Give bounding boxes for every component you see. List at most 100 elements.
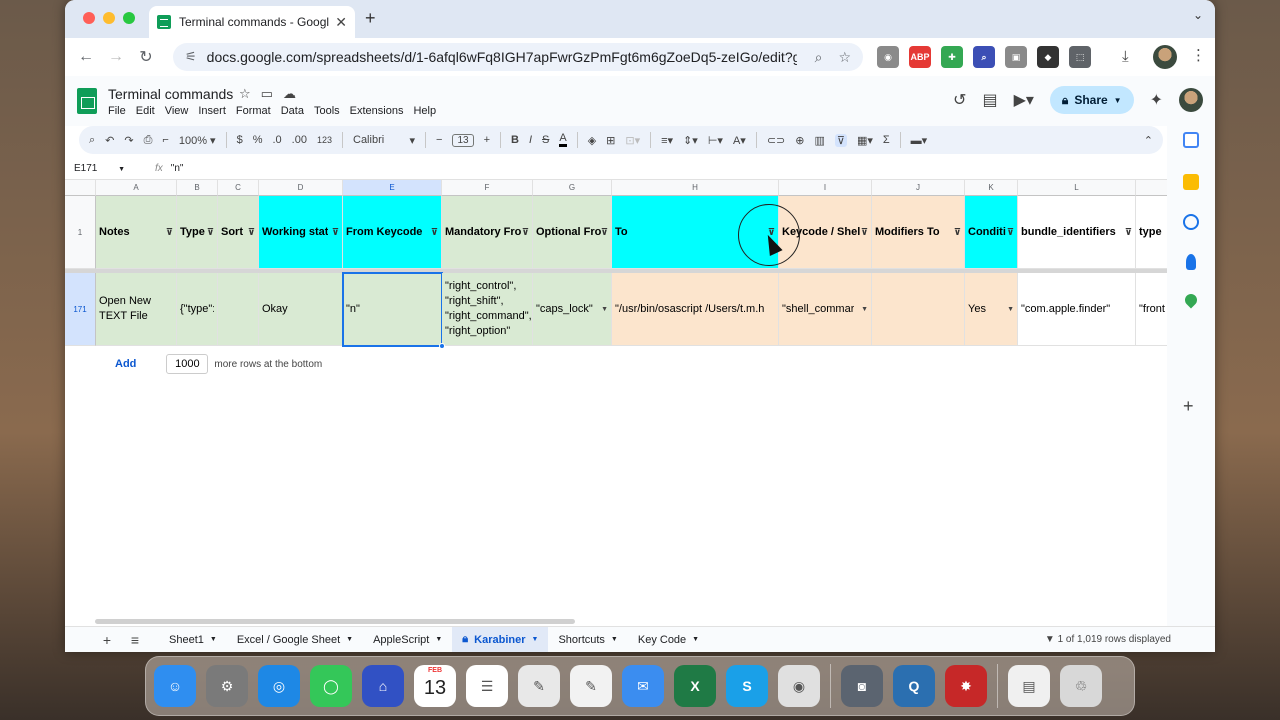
camera-icon[interactable]: ◉ [877,46,899,68]
skype-icon[interactable]: S [726,665,768,707]
move-folder-icon[interactable]: ▭ [261,86,273,102]
automator-icon[interactable]: ◙ [841,665,883,707]
text-rotation-icon[interactable]: A▾ [733,134,746,147]
mail-icon[interactable]: ✉ [622,665,664,707]
sheet-tab-applescript[interactable]: AppleScript ▼ [363,627,452,653]
sheet-tab-sheet1[interactable]: Sheet1 ▼ [159,627,227,653]
horizontal-align-icon[interactable]: ≡▾ [661,134,673,147]
column-header-d[interactable]: D [259,180,343,196]
document-title[interactable]: Terminal commands [108,86,233,102]
name-box[interactable]: E171 ▼ [65,163,135,174]
filter-button-icon[interactable]: ⊽ [861,227,868,238]
contacts-addon-icon[interactable] [1186,254,1196,270]
input-tools-icon[interactable]: ▬▾ [911,134,928,147]
header-cell-l[interactable]: bundle_identifiers ⊽ [1018,196,1136,269]
gemini-icon[interactable]: ✦ [1150,90,1163,110]
column-header-k[interactable]: K [965,180,1018,196]
tab-close-icon[interactable]: ✕ [335,14,347,31]
pencil-icon[interactable]: ✎ [518,665,560,707]
paint-format-icon[interactable]: ⌐ [162,134,168,146]
merge-cells-icon[interactable]: ⊡▾ [625,134,640,147]
share-dropdown-icon[interactable]: ▼ [1114,96,1122,105]
data-cell-b[interactable]: {"type": [177,273,218,346]
version-history-icon[interactable]: ↺ [953,90,966,110]
close-window-button[interactable] [83,12,95,24]
data-cell-l[interactable]: "com.apple.finder" [1018,273,1136,346]
filter-button-icon[interactable]: ⊽ [954,227,961,238]
column-header-e[interactable]: E [343,180,442,196]
collapse-toolbar-icon[interactable]: ⌃ [1144,134,1153,147]
bug-icon[interactable]: ✸ [945,665,987,707]
filter-button-icon[interactable]: ⊽ [522,227,529,238]
menu-tools[interactable]: Tools [314,105,340,117]
filter-views-icon[interactable]: ▦▾ [857,134,873,147]
row-number[interactable]: 1 [65,196,96,269]
selection-fill-handle[interactable] [439,343,445,349]
header-cell-j[interactable]: Modifiers To ⊽ [872,196,965,269]
get-addons-icon[interactable]: + [1183,396,1194,417]
insert-comment-icon[interactable]: ⊕ [795,134,804,147]
filter-button-icon[interactable]: ⊽ [601,227,608,238]
header-cell-c[interactable]: Sort ⊽ [218,196,259,269]
sheet-tab-menu-icon[interactable]: ▼ [692,636,699,643]
download-icon[interactable]: ⤓ [1122,48,1129,65]
column-header-g[interactable]: G [533,180,612,196]
text-color-button[interactable]: A [559,133,567,147]
data-cell-g[interactable]: "caps_lock" ▼ [533,273,612,346]
sheet-tab-key-code[interactable]: Key Code ▼ [628,627,709,653]
header-cell-d[interactable]: Working stat ⊽ [259,196,343,269]
excel-icon[interactable]: X [674,665,716,707]
data-cell-i[interactable]: "shell_commar ▼ [779,273,872,346]
add-sheet-icon[interactable]: + [93,632,121,648]
chrome-icon[interactable]: ◉ [778,665,820,707]
rows-count-input[interactable]: 1000 [166,354,209,374]
column-header-c[interactable]: C [218,180,259,196]
minimize-window-button[interactable] [103,12,115,24]
bookmark-star-icon[interactable]: ☆ [838,49,851,66]
maximize-window-button[interactable] [123,12,135,24]
percent-format-button[interactable]: % [253,134,263,146]
decrease-decimal-button[interactable]: .0 [272,134,281,146]
profile-avatar[interactable] [1153,45,1177,69]
header-cell-k[interactable]: Conditi ⊽ [965,196,1018,269]
horizontal-scrollbar[interactable] [95,619,575,624]
dropdown-chip-icon[interactable]: ▼ [601,306,608,313]
sheet-tab-excel-google-sheet[interactable]: Excel / Google Sheet ▼ [227,627,363,653]
column-header-a[interactable]: A [96,180,177,196]
column-header-h[interactable]: H [612,180,779,196]
insert-link-icon[interactable]: ⊂⊃ [767,134,785,147]
filter-button-icon[interactable]: ⊽ [207,227,214,238]
add-rows-button[interactable]: Add [115,358,136,370]
comments-icon[interactable]: ▤ [982,90,997,110]
menu-data[interactable]: Data [281,105,304,117]
data-cell-e[interactable]: "n" [342,272,443,347]
column-header-f[interactable]: F [442,180,533,196]
menu-insert[interactable]: Insert [198,105,226,117]
print-icon[interactable]: ⎙ [144,134,153,147]
menu-extensions[interactable]: Extensions [350,105,404,117]
plus-extension-icon[interactable]: ✚ [941,46,963,68]
search-extension-icon[interactable]: ⌕ [973,46,995,68]
tab-search-icon[interactable]: ⌄ [1193,8,1203,22]
redo-icon[interactable]: ↷ [124,134,133,147]
system-settings-icon[interactable]: ⚙ [206,665,248,707]
address-bar[interactable]: ⚟ docs.google.com/spreadsheets/d/1-6afql… [173,43,863,71]
data-cell-a[interactable]: Open New TEXT File [96,273,177,346]
zoom-icon[interactable]: ⌕ [815,49,823,66]
data-cell-extra[interactable]: "front [1136,273,1167,346]
filter-button-icon[interactable]: ⊽ [431,227,438,238]
filter-icon[interactable]: ⊽ [834,133,847,147]
share-button[interactable]: 🔒︎ Share ▼ [1049,86,1134,114]
menu-file[interactable]: File [108,105,126,117]
filter-button-icon[interactable]: ⊽ [248,227,255,238]
column-header-j[interactable]: J [872,180,965,196]
text-wrapping-icon[interactable]: ⊢▾ [708,134,723,147]
undo-icon[interactable]: ↶ [105,134,114,147]
sheets-logo-icon[interactable] [77,88,97,114]
increase-decimal-button[interactable]: .00 [292,134,307,146]
bold-button[interactable]: B [511,134,519,146]
sheet-tab-menu-icon[interactable]: ▼ [611,636,618,643]
back-icon[interactable]: ← [71,48,101,66]
calendar-addon-icon[interactable] [1183,132,1199,148]
header-cell-extra[interactable]: type [1136,196,1167,269]
